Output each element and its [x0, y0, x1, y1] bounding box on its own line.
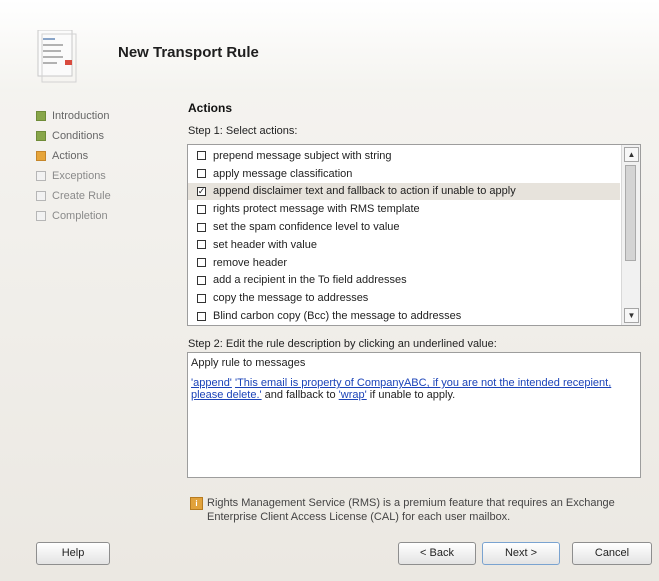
- scroll-up-arrow-icon[interactable]: ▲: [624, 147, 639, 162]
- help-button[interactable]: Help: [36, 542, 110, 565]
- wizard-step-create-rule: Create Rule: [36, 186, 176, 206]
- action-list-item-label: apply message classification: [213, 167, 353, 180]
- transport-rule-icon: [37, 30, 77, 83]
- action-list-item[interactable]: Blind carbon copy (Bcc) the message to a…: [188, 307, 620, 325]
- checked-checkbox-icon[interactable]: ✓: [197, 186, 206, 196]
- checkbox-icon[interactable]: [197, 204, 206, 214]
- actions-list: prepend message subject with string apply…: [188, 147, 620, 325]
- wizard-step-list: Introduction Conditions Actions Exceptio…: [36, 106, 176, 226]
- action-list-item-label: set the spam confidence level to value: [213, 221, 400, 234]
- rms-info-icon: i: [190, 497, 203, 510]
- wizard-step-label: Actions: [52, 150, 89, 162]
- next-button[interactable]: Next >: [482, 542, 560, 565]
- wizard-step-label: Conditions: [52, 130, 104, 142]
- action-list-item-label: remove header: [213, 256, 287, 269]
- checkbox-icon[interactable]: [197, 240, 206, 250]
- step-current-icon: [36, 151, 46, 161]
- wizard-step-label: Introduction: [52, 110, 110, 122]
- wizard-step-label: Create Rule: [52, 190, 111, 202]
- action-list-item[interactable]: copy the message to addresses: [188, 289, 620, 307]
- action-list-item-label: copy the message to addresses: [213, 292, 369, 305]
- action-list-item[interactable]: remove header: [188, 254, 620, 272]
- scroll-down-arrow-icon[interactable]: ▼: [624, 308, 639, 323]
- checkbox-icon[interactable]: [197, 275, 206, 285]
- action-list-item-label: Blind carbon copy (Bcc) the message to a…: [213, 310, 462, 323]
- action-list-item[interactable]: add a recipient in the To field addresse…: [188, 272, 620, 290]
- wizard-title: New Transport Rule: [118, 44, 259, 61]
- new-transport-rule-window: New Transport Rule Introduction Conditio…: [0, 0, 659, 581]
- step-pending-icon: [36, 191, 46, 201]
- back-button[interactable]: < Back: [398, 542, 476, 565]
- rule-description-line2: 'append' 'This email is property of Comp…: [191, 377, 637, 401]
- checkbox-icon[interactable]: [197, 222, 206, 232]
- rule-description-line1: Apply rule to messages: [191, 357, 306, 369]
- append-action-link[interactable]: 'append': [191, 377, 232, 389]
- fallback-end-text: if unable to apply.: [366, 389, 456, 401]
- step-pending-icon: [36, 171, 46, 181]
- step-done-icon: [36, 111, 46, 121]
- action-list-item-label: prepend message subject with string: [213, 149, 392, 162]
- wizard-step-label: Exceptions: [52, 170, 106, 182]
- rms-info-notice: i Rights Management Service (RMS) is a p…: [190, 496, 650, 524]
- cancel-button[interactable]: Cancel: [572, 542, 652, 565]
- wizard-header: New Transport Rule: [0, 0, 659, 92]
- wizard-step-label: Completion: [52, 210, 108, 222]
- rule-description-box: Apply rule to messages 'append' 'This em…: [187, 352, 641, 478]
- checkbox-icon[interactable]: [197, 151, 206, 161]
- action-list-item[interactable]: set header with value: [188, 236, 620, 254]
- wizard-step-conditions: Conditions: [36, 126, 176, 146]
- action-list-item[interactable]: prepend message subject with string: [188, 147, 620, 165]
- action-list-item-label: set header with value: [213, 238, 317, 251]
- action-list-item[interactable]: apply message classification: [188, 165, 620, 183]
- step2-label: Step 2: Edit the rule description by cli…: [188, 338, 497, 350]
- fallback-text: and fallback to: [261, 389, 339, 401]
- actions-listbox[interactable]: prepend message subject with string apply…: [187, 144, 641, 326]
- fallback-action-link[interactable]: 'wrap': [339, 389, 367, 401]
- step-done-icon: [36, 131, 46, 141]
- section-title: Actions: [188, 101, 233, 115]
- action-list-item-label: rights protect message with RMS template: [213, 203, 420, 216]
- action-list-item-label: add a recipient in the To field addresse…: [213, 274, 407, 287]
- action-list-item[interactable]: rights protect message with RMS template: [188, 200, 620, 218]
- step-pending-icon: [36, 211, 46, 221]
- wizard-step-completion: Completion: [36, 206, 176, 226]
- action-list-item[interactable]: set the spam confidence level to value: [188, 218, 620, 236]
- checkbox-icon[interactable]: [197, 311, 206, 321]
- wizard-step-actions: Actions: [36, 146, 176, 166]
- scroll-thumb[interactable]: [625, 165, 636, 261]
- action-list-item[interactable]: ✓ append disclaimer text and fallback to …: [188, 182, 620, 201]
- action-list-item-label: append disclaimer text and fallback to a…: [213, 185, 516, 198]
- actions-scrollbar[interactable]: ▲ ▼: [621, 145, 640, 325]
- wizard-step-introduction: Introduction: [36, 106, 176, 126]
- step1-label: Step 1: Select actions:: [188, 125, 298, 137]
- rms-info-text: Rights Management Service (RMS) is a pre…: [207, 497, 615, 523]
- checkbox-icon[interactable]: [197, 293, 206, 303]
- wizard-step-exceptions: Exceptions: [36, 166, 176, 186]
- checkbox-icon[interactable]: [197, 258, 206, 268]
- checkbox-icon[interactable]: [197, 169, 206, 179]
